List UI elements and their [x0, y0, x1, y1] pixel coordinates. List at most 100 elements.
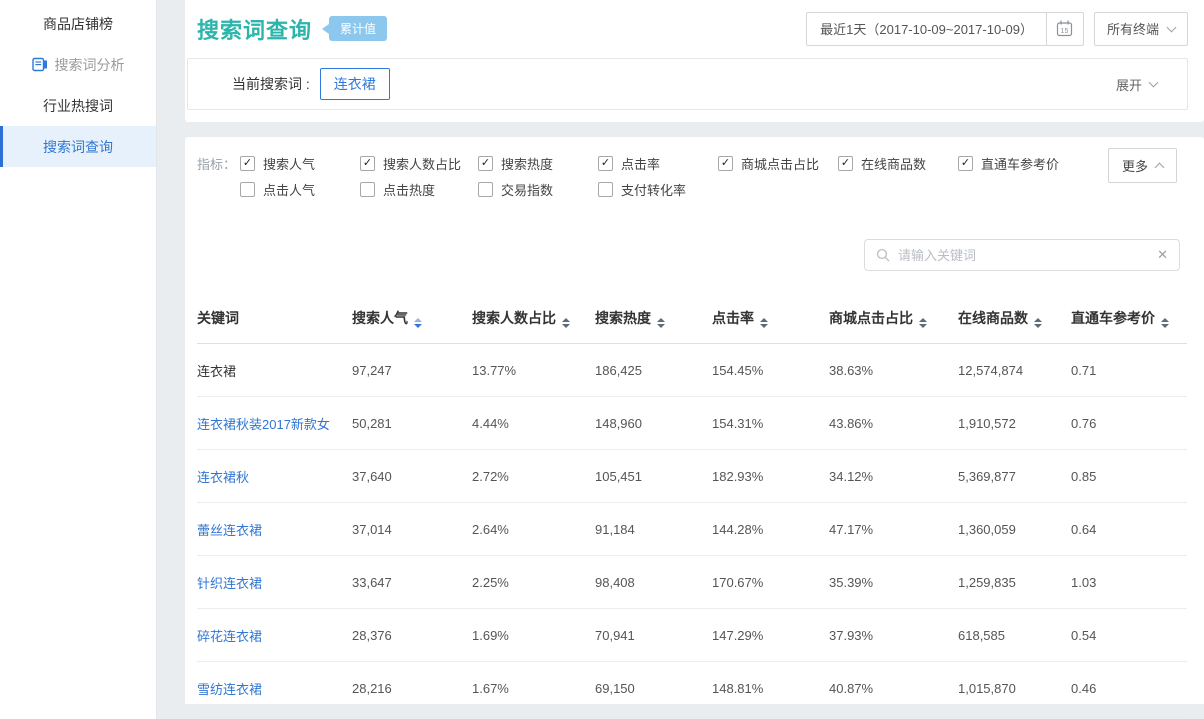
column-header: 关键词	[197, 296, 352, 344]
column-header[interactable]: 搜索人数占比	[472, 296, 595, 344]
value-cell: 12,574,874	[958, 344, 1071, 397]
metric-checkbox-item[interactable]: ✓直通车参考价	[958, 154, 1078, 173]
checkbox-icon[interactable]: ✓	[598, 156, 613, 171]
keyword-link[interactable]: 连衣裙秋	[197, 470, 249, 485]
value-cell: 144.28%	[712, 503, 829, 556]
keyword-search-box: ✕	[864, 239, 1180, 271]
sort-icon[interactable]	[1161, 318, 1169, 328]
metric-checkbox-item[interactable]: ✓ 在线商品数	[838, 154, 958, 173]
column-header[interactable]: 搜索热度	[595, 296, 712, 344]
checkbox-icon[interactable]: ✓	[240, 156, 255, 171]
sidebar-item[interactable]: 搜索词查询	[0, 126, 156, 167]
checkbox-icon[interactable]	[360, 182, 375, 197]
sort-icon[interactable]	[562, 318, 570, 328]
checkbox-icon[interactable]: ✓	[360, 156, 375, 171]
sort-icon[interactable]	[760, 318, 768, 328]
value-cell: 618,585	[958, 609, 1071, 662]
metric-checkbox-item[interactable]: ✓搜索热度	[478, 154, 598, 173]
metric-checkbox-item[interactable]: 点击人气	[240, 180, 360, 199]
checkbox-icon[interactable]	[598, 182, 613, 197]
title-row: 搜索词查询 累计值 最近1天（2017-10-09~2017-10-09） 15	[185, 0, 1204, 46]
value-cell: 28,216	[352, 662, 472, 715]
sort-icon[interactable]	[919, 318, 927, 328]
terminal-selector[interactable]: 所有终端	[1094, 12, 1188, 46]
sort-icon[interactable]	[414, 318, 422, 328]
metric-label: 点击人气	[263, 180, 315, 199]
value-cell: 147.29%	[712, 609, 829, 662]
value-cell: 50,281	[352, 397, 472, 450]
calendar-icon[interactable]: 15	[1046, 13, 1083, 45]
column-header[interactable]: 直通车参考价	[1071, 296, 1187, 344]
keyword-cell: 碎花连衣裙	[197, 609, 352, 662]
value-cell: 37.93%	[829, 609, 958, 662]
main-panel: 指标： ✓搜索人气✓搜索人数占比✓搜索热度✓点击率✓商城点击占比✓在线商品数✓直…	[185, 137, 1204, 704]
value-cell: 1.69%	[472, 609, 595, 662]
value-cell: 105,451	[595, 450, 712, 503]
metric-checkbox-item[interactable]: ✓商城点击占比	[718, 154, 838, 173]
value-cell: 148,960	[595, 397, 712, 450]
sort-icon[interactable]	[1034, 318, 1042, 328]
metric-checkbox-item[interactable]: 交易指数	[478, 180, 598, 199]
metric-checkbox-item[interactable]: ✓搜索人数占比	[360, 154, 478, 173]
value-cell: 97,247	[352, 344, 472, 397]
metric-checkbox-item[interactable]: ✓搜索人气	[240, 154, 360, 173]
column-header-label: 商城点击占比	[829, 310, 913, 326]
column-header[interactable]: 搜索人气	[352, 296, 472, 344]
checkbox-icon[interactable]	[240, 182, 255, 197]
current-term-chip[interactable]: 连衣裙	[320, 68, 390, 100]
sidebar-item-label: 搜索词查询	[43, 137, 113, 157]
sort-down-arrow	[1034, 324, 1042, 328]
column-header[interactable]: 商城点击占比	[829, 296, 958, 344]
value-cell: 2.25%	[472, 556, 595, 609]
keyword-link[interactable]: 连衣裙秋装2017新款女	[197, 417, 330, 432]
analysis-book-icon	[32, 57, 48, 72]
sort-icon[interactable]	[657, 318, 665, 328]
keyword-link[interactable]: 蕾丝连衣裙	[197, 523, 262, 538]
sort-up-arrow	[919, 318, 927, 322]
keyword-link[interactable]: 碎花连衣裙	[197, 629, 262, 644]
checkbox-icon[interactable]: ✓	[718, 156, 733, 171]
metric-checkbox-item[interactable]: 支付转化率	[598, 180, 718, 199]
expand-toggle[interactable]: 展开	[1116, 75, 1157, 94]
sort-down-arrow	[414, 324, 422, 328]
keyword-link[interactable]: 针织连衣裙	[197, 576, 262, 591]
checkbox-icon[interactable]: ✓	[478, 156, 493, 171]
sort-up-arrow	[657, 318, 665, 322]
keyword-cell: 雪纺连衣裙	[197, 662, 352, 715]
more-metrics-button[interactable]: 更多	[1108, 148, 1177, 183]
checkbox-icon[interactable]: ✓	[838, 156, 853, 171]
sidebar-item[interactable]: 搜索词分析	[0, 44, 156, 85]
value-cell: 69,150	[595, 662, 712, 715]
value-cell: 33,647	[352, 556, 472, 609]
table-row: 蕾丝连衣裙37,0142.64%91,184144.28%47.17%1,360…	[197, 503, 1187, 556]
value-cell: 37,014	[352, 503, 472, 556]
clear-input-icon[interactable]: ✕	[1157, 247, 1168, 263]
keyword-search-input[interactable]	[898, 248, 1149, 263]
svg-text:15: 15	[1061, 28, 1069, 35]
column-header[interactable]: 在线商品数	[958, 296, 1071, 344]
sidebar-item-label: 行业热搜词	[43, 96, 113, 116]
keyword-cell: 连衣裙秋	[197, 450, 352, 503]
date-range-picker[interactable]: 最近1天（2017-10-09~2017-10-09） 15	[806, 12, 1084, 46]
chevron-down-icon	[1149, 78, 1159, 88]
metric-label: 在线商品数	[861, 154, 926, 173]
value-cell: 1.03	[1071, 556, 1187, 609]
sidebar-item[interactable]: 行业热搜词	[0, 85, 156, 126]
checkbox-icon[interactable]	[478, 182, 493, 197]
value-cell: 1,360,059	[958, 503, 1071, 556]
search-icon	[876, 248, 890, 262]
sort-down-arrow	[1161, 324, 1169, 328]
value-cell: 0.54	[1071, 609, 1187, 662]
checkbox-icon[interactable]: ✓	[958, 156, 973, 171]
keyword-link[interactable]: 雪纺连衣裙	[197, 682, 262, 697]
value-cell: 186,425	[595, 344, 712, 397]
metric-checkbox-item[interactable]: ✓点击率	[598, 154, 718, 173]
column-header[interactable]: 点击率	[712, 296, 829, 344]
sort-up-arrow	[414, 318, 422, 322]
value-cell: 37,640	[352, 450, 472, 503]
sidebar-item[interactable]: 商品店铺榜	[0, 3, 156, 44]
column-header-label: 直通车参考价	[1071, 310, 1155, 326]
expand-label: 展开	[1116, 75, 1142, 94]
metric-checkbox-item[interactable]: 点击热度	[360, 180, 478, 199]
sidebar: 商品店铺榜搜索词分析行业热搜词搜索词查询	[0, 0, 157, 719]
